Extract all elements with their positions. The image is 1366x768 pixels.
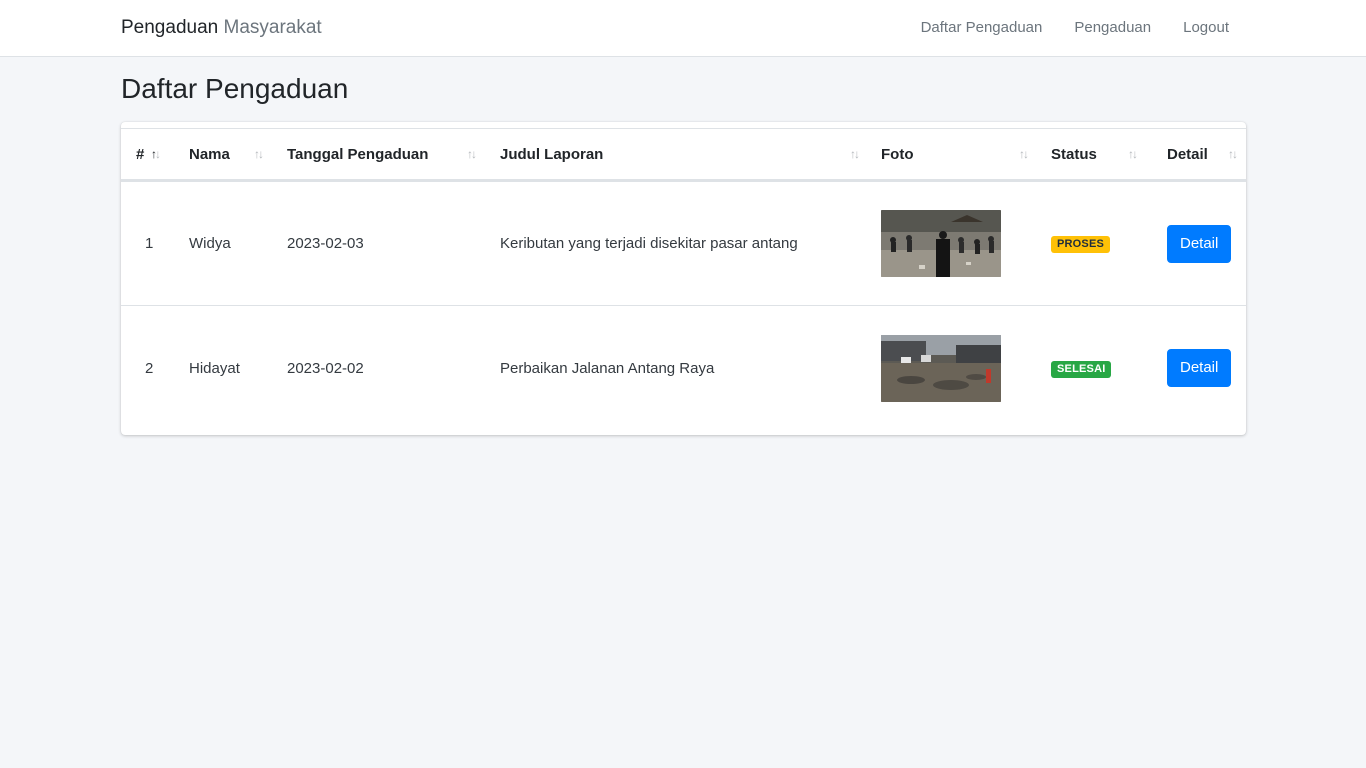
top-navbar: Pengaduan Masyarakat Daftar Pengaduan Pe… [0,0,1366,57]
header-label: Status [1051,145,1097,163]
header-label: Foto [881,145,914,163]
row-tanggal: 2023-02-02 [287,359,364,377]
nav-link-logout[interactable]: Logout [1183,19,1229,37]
row-action: Detail [1149,306,1246,431]
column-header-status[interactable]: Status ↑↓ [1036,129,1149,181]
header-label: Detail [1167,145,1208,163]
table-header-row: # ↑↓ Nama ↑↓ Tanggal Pengaduan ↑↓ Judul … [121,128,1246,181]
status-badge: PROSES [1051,236,1111,253]
detail-button[interactable]: Detail [1167,224,1232,263]
sort-icon: ↑↓ [1019,147,1029,161]
row-foto [866,306,1036,431]
header-label: Nama [189,145,230,163]
brand-link[interactable]: Pengaduan Masyarakat [121,17,322,39]
nav-links: Daftar Pengaduan Pengaduan Logout [921,19,1229,37]
header-label: # [136,145,145,163]
column-header-number[interactable]: # ↑↓ [121,129,174,181]
nav-link-pengaduan[interactable]: Pengaduan [1074,19,1151,37]
row-nama: Hidayat [189,359,240,377]
row-judul: Keributan yang terjadi disekitar pasar a… [500,235,798,252]
row-foto [866,181,1036,306]
row-number: 1 [145,235,154,252]
brand-title: Pengaduan [121,17,219,38]
row-status: PROSES [1036,181,1149,306]
photo-thumbnail-road[interactable] [881,334,1001,402]
sort-icon: ↑↓ [467,147,477,161]
sort-ascending-icon: ↑↓ [151,147,161,161]
complaints-card: # ↑↓ Nama ↑↓ Tanggal Pengaduan ↑↓ Judul … [121,122,1246,435]
nav-link-daftar-pengaduan[interactable]: Daftar Pengaduan [921,19,1043,37]
table-row: 1 Widya 2023-02-03 Keributan yang terjad… [121,181,1246,306]
page-title: Daftar Pengaduan [121,73,349,104]
sort-icon: ↑↓ [1128,147,1138,161]
row-tanggal: 2023-02-03 [287,235,364,252]
sort-icon: ↑↓ [254,147,264,161]
row-judul: Perbaikan Jalanan Antang Raya [500,359,715,377]
photo-thumbnail-riot[interactable] [881,210,1001,277]
row-nama: Widya [189,235,231,252]
detail-button[interactable]: Detail [1167,349,1232,388]
header-label: Tanggal Pengaduan [287,145,429,163]
column-header-tanggal[interactable]: Tanggal Pengaduan ↑↓ [272,129,485,181]
column-header-foto[interactable]: Foto ↑↓ [866,129,1036,181]
column-header-detail[interactable]: Detail ↑↓ [1149,129,1246,181]
row-number: 2 [145,359,154,377]
brand-subtitle: Masyarakat [223,17,322,38]
sort-icon: ↑↓ [850,147,860,161]
row-status: SELESAI [1036,306,1149,431]
column-header-judul[interactable]: Judul Laporan ↑↓ [485,129,866,181]
complaints-table: # ↑↓ Nama ↑↓ Tanggal Pengaduan ↑↓ Judul … [121,128,1246,431]
column-header-nama[interactable]: Nama ↑↓ [174,129,272,181]
sort-icon: ↑↓ [1228,147,1238,161]
row-action: Detail [1149,181,1246,306]
status-badge: SELESAI [1051,360,1112,378]
table-row: 2 Hidayat 2023-02-02 Perbaikan Jalanan A… [121,306,1246,431]
header-label: Judul Laporan [500,145,604,163]
